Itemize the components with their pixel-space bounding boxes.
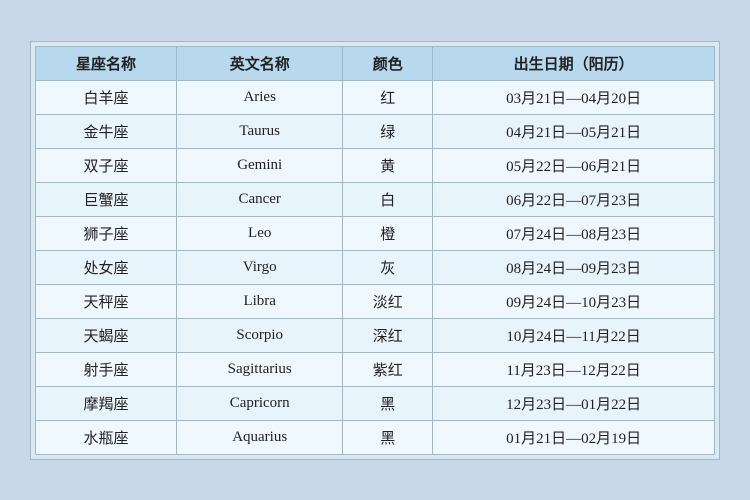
- cell-chinese-name: 金牛座: [36, 114, 177, 148]
- header-english-name: 英文名称: [176, 46, 343, 80]
- cell-chinese-name: 巨蟹座: [36, 182, 177, 216]
- table-row: 白羊座Aries红03月21日—04月20日: [36, 80, 715, 114]
- cell-color: 黄: [343, 148, 433, 182]
- cell-color: 紫红: [343, 352, 433, 386]
- table-row: 处女座Virgo灰08月24日—09月23日: [36, 250, 715, 284]
- cell-english-name: Gemini: [176, 148, 343, 182]
- cell-english-name: Libra: [176, 284, 343, 318]
- cell-color: 橙: [343, 216, 433, 250]
- cell-english-name: Virgo: [176, 250, 343, 284]
- cell-english-name: Aquarius: [176, 420, 343, 454]
- cell-color: 红: [343, 80, 433, 114]
- cell-color: 黑: [343, 386, 433, 420]
- zodiac-table: 星座名称 英文名称 颜色 出生日期（阳历） 白羊座Aries红03月21日—04…: [35, 46, 715, 455]
- table-row: 狮子座Leo橙07月24日—08月23日: [36, 216, 715, 250]
- cell-chinese-name: 处女座: [36, 250, 177, 284]
- cell-dates: 10月24日—11月22日: [433, 318, 715, 352]
- header-dates: 出生日期（阳历）: [433, 46, 715, 80]
- cell-dates: 12月23日—01月22日: [433, 386, 715, 420]
- table-row: 射手座Sagittarius紫红11月23日—12月22日: [36, 352, 715, 386]
- cell-dates: 06月22日—07月23日: [433, 182, 715, 216]
- zodiac-table-container: 星座名称 英文名称 颜色 出生日期（阳历） 白羊座Aries红03月21日—04…: [30, 41, 720, 460]
- cell-color: 黑: [343, 420, 433, 454]
- table-row: 摩羯座Capricorn黑12月23日—01月22日: [36, 386, 715, 420]
- cell-english-name: Capricorn: [176, 386, 343, 420]
- table-row: 天秤座Libra淡红09月24日—10月23日: [36, 284, 715, 318]
- cell-color: 灰: [343, 250, 433, 284]
- header-color: 颜色: [343, 46, 433, 80]
- cell-english-name: Leo: [176, 216, 343, 250]
- cell-english-name: Taurus: [176, 114, 343, 148]
- cell-dates: 04月21日—05月21日: [433, 114, 715, 148]
- table-header-row: 星座名称 英文名称 颜色 出生日期（阳历）: [36, 46, 715, 80]
- cell-chinese-name: 水瓶座: [36, 420, 177, 454]
- cell-dates: 11月23日—12月22日: [433, 352, 715, 386]
- cell-chinese-name: 狮子座: [36, 216, 177, 250]
- cell-dates: 09月24日—10月23日: [433, 284, 715, 318]
- cell-color: 淡红: [343, 284, 433, 318]
- table-row: 巨蟹座Cancer白06月22日—07月23日: [36, 182, 715, 216]
- cell-color: 绿: [343, 114, 433, 148]
- table-row: 双子座Gemini黄05月22日—06月21日: [36, 148, 715, 182]
- cell-color: 白: [343, 182, 433, 216]
- cell-chinese-name: 天秤座: [36, 284, 177, 318]
- table-body: 白羊座Aries红03月21日—04月20日金牛座Taurus绿04月21日—0…: [36, 80, 715, 454]
- cell-dates: 03月21日—04月20日: [433, 80, 715, 114]
- table-row: 水瓶座Aquarius黑01月21日—02月19日: [36, 420, 715, 454]
- table-row: 金牛座Taurus绿04月21日—05月21日: [36, 114, 715, 148]
- cell-chinese-name: 射手座: [36, 352, 177, 386]
- cell-dates: 05月22日—06月21日: [433, 148, 715, 182]
- cell-english-name: Aries: [176, 80, 343, 114]
- cell-english-name: Sagittarius: [176, 352, 343, 386]
- cell-english-name: Cancer: [176, 182, 343, 216]
- cell-dates: 01月21日—02月19日: [433, 420, 715, 454]
- cell-color: 深红: [343, 318, 433, 352]
- cell-dates: 07月24日—08月23日: [433, 216, 715, 250]
- cell-chinese-name: 双子座: [36, 148, 177, 182]
- cell-dates: 08月24日—09月23日: [433, 250, 715, 284]
- cell-english-name: Scorpio: [176, 318, 343, 352]
- cell-chinese-name: 白羊座: [36, 80, 177, 114]
- table-row: 天蝎座Scorpio深红10月24日—11月22日: [36, 318, 715, 352]
- header-chinese-name: 星座名称: [36, 46, 177, 80]
- cell-chinese-name: 摩羯座: [36, 386, 177, 420]
- cell-chinese-name: 天蝎座: [36, 318, 177, 352]
